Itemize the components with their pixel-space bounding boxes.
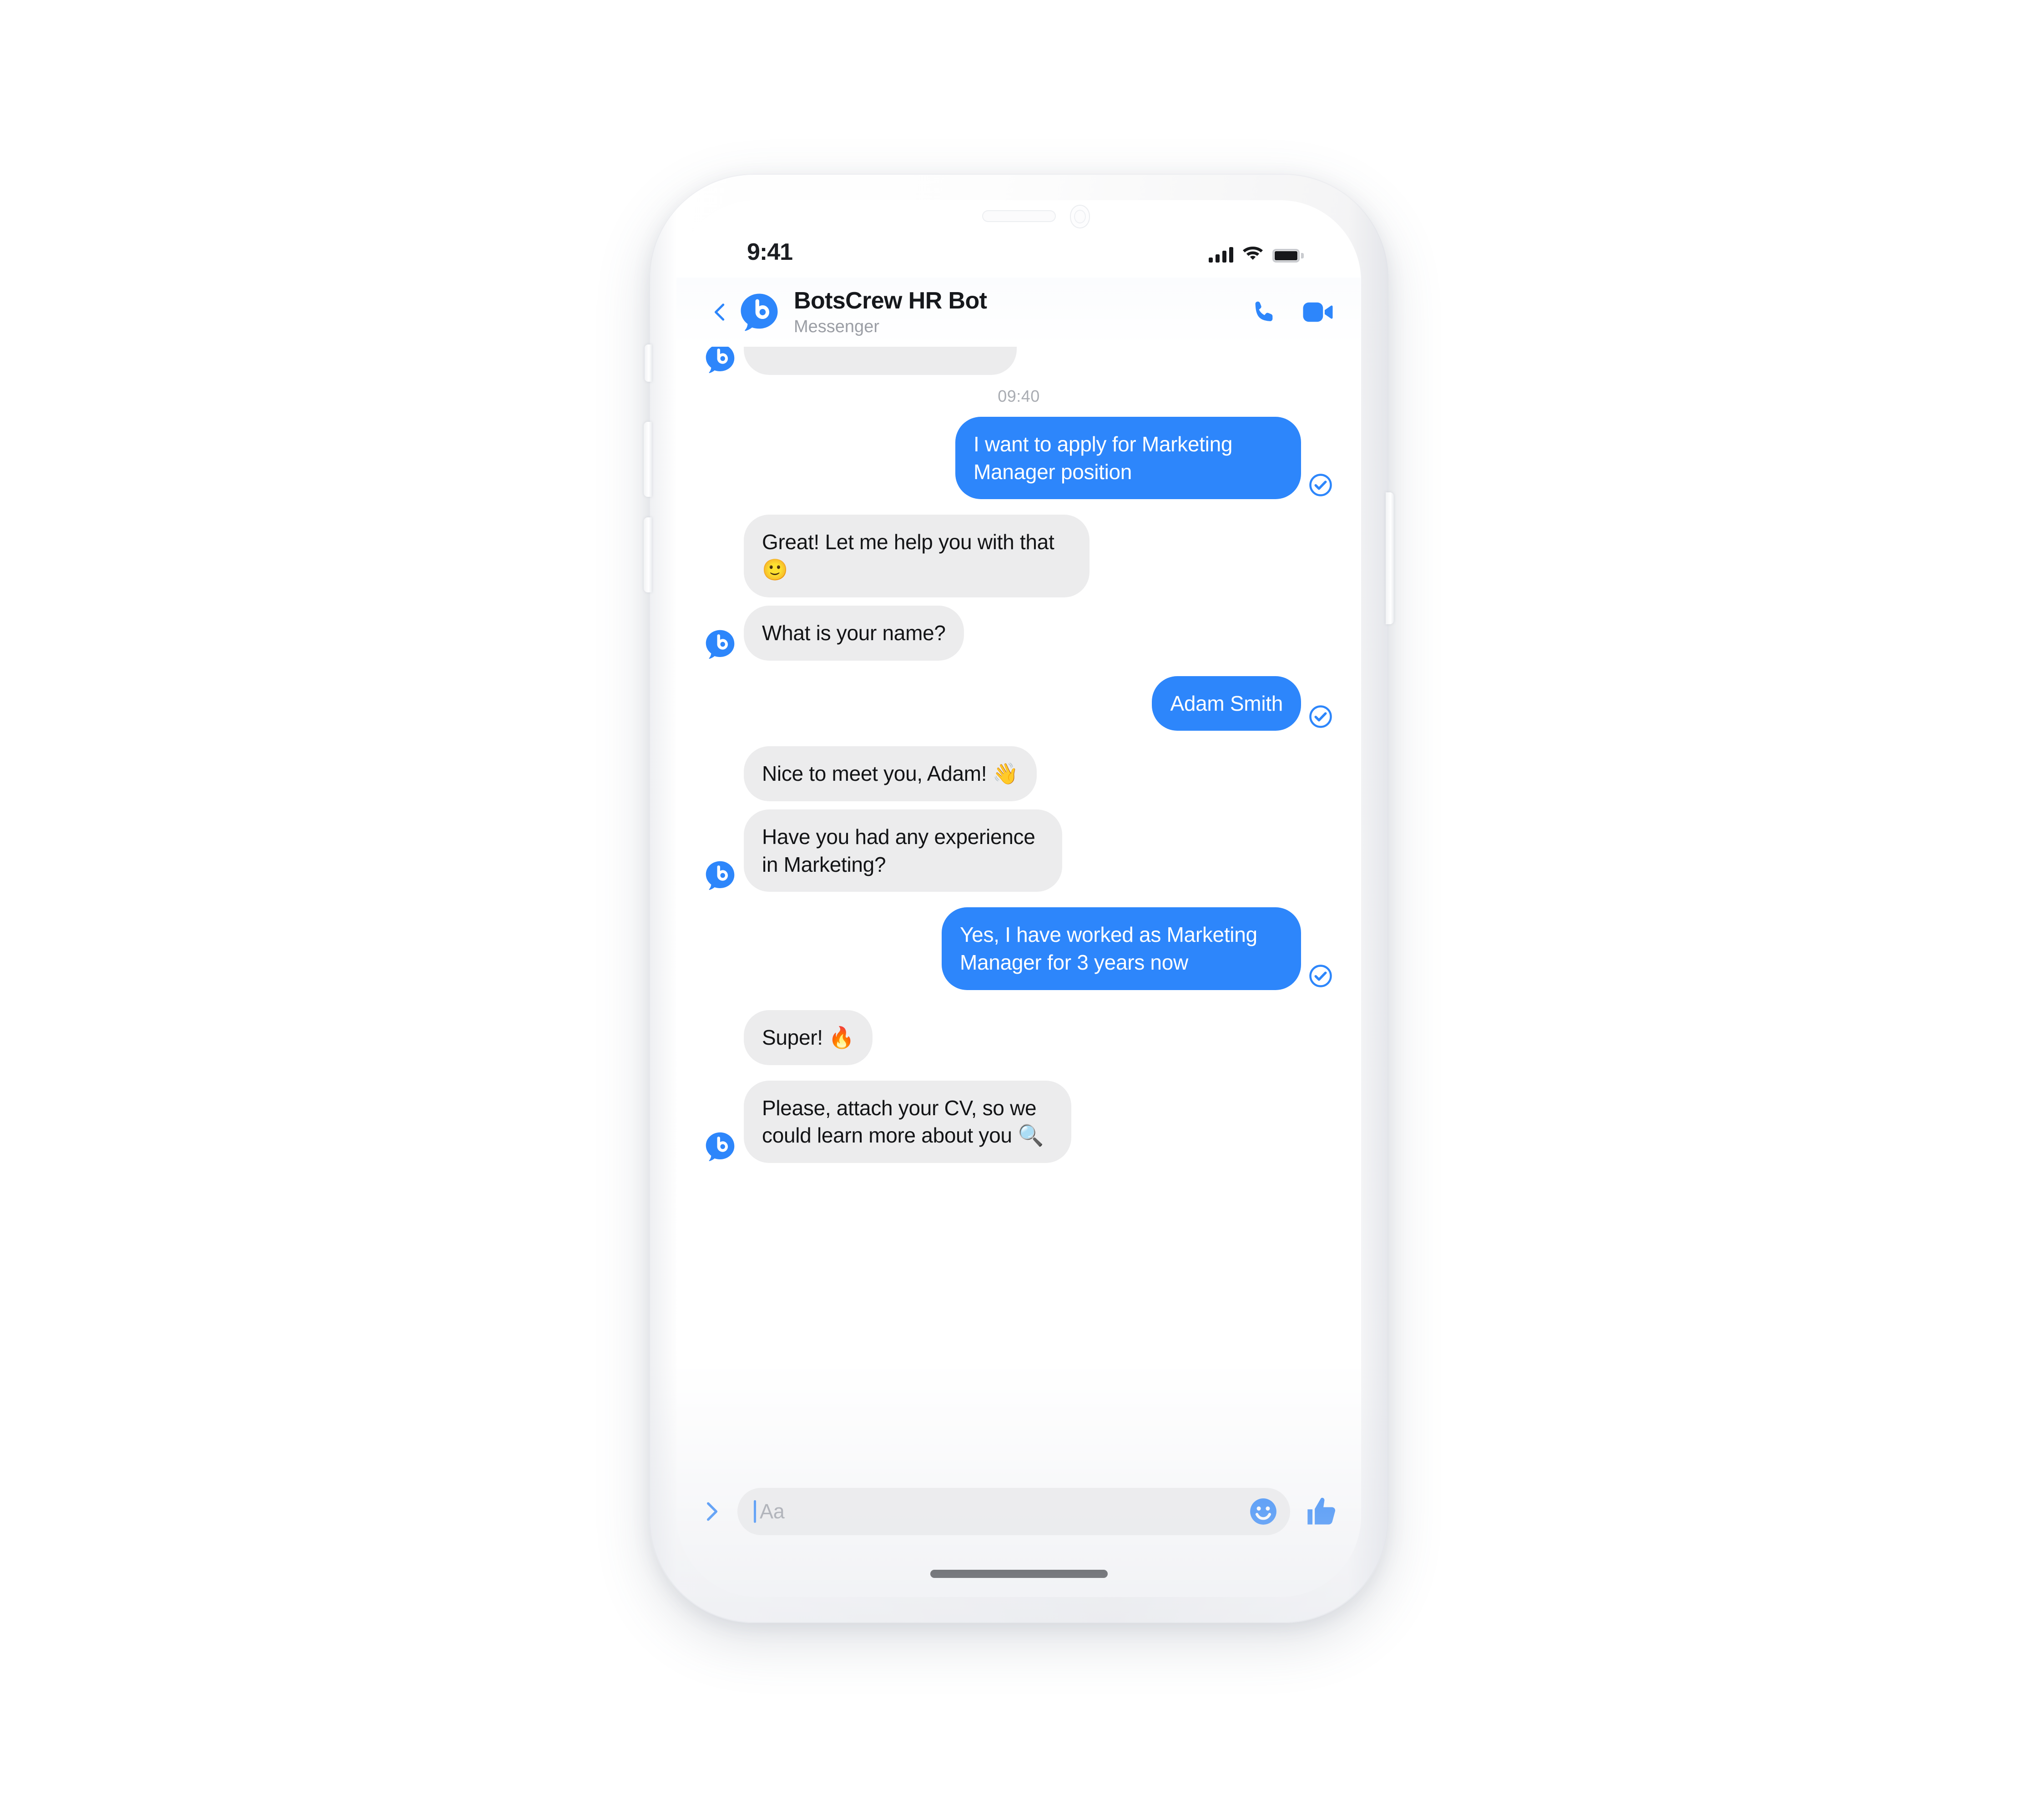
status-time: 9:41: [747, 239, 793, 265]
home-indicator[interactable]: [930, 1570, 1108, 1578]
chevron-left-icon: [714, 303, 725, 321]
message-bubble[interactable]: I want to apply for Marketing Manager po…: [955, 417, 1301, 500]
chat-subtitle: Messenger: [794, 317, 879, 336]
phone-screen: 9:41 BotsCrew HR Bot Messenger 09:40 I w…: [676, 200, 1361, 1597]
thumbs-up-icon: [1307, 1497, 1336, 1525]
message-row: Great! Let me help you with that 🙂: [676, 515, 1361, 597]
message-row: Please, attach your CV, so we could lear…: [676, 1080, 1361, 1163]
cellular-signal-icon: [1209, 247, 1233, 263]
message-bubble[interactable]: Please, attach your CV, so we could lear…: [744, 1080, 1071, 1163]
expand-actions-button[interactable]: [698, 1498, 725, 1525]
message-input-placeholder: Aa: [760, 1500, 785, 1523]
emoji-button[interactable]: [1248, 1496, 1278, 1527]
chat-title: BotsCrew HR Bot: [794, 287, 987, 314]
power-button[interactable]: [1386, 492, 1394, 624]
chevron-right-icon: [707, 1502, 718, 1521]
message-bubble[interactable]: Great! Let me help you with that 🙂: [744, 515, 1090, 597]
botscrew-bot-avatar-icon: [741, 293, 778, 331]
message-row: Have you had any experience in Marketing…: [676, 809, 1361, 892]
bot-avatar-icon: [705, 860, 736, 891]
status-indicators: [1209, 243, 1304, 263]
status-bar: 9:41: [676, 200, 1361, 278]
bot-avatar-icon: [705, 347, 736, 374]
like-button[interactable]: [1305, 1494, 1339, 1529]
message-bubble[interactable]: Super! 🔥: [744, 1010, 873, 1065]
header-bot-avatar[interactable]: [739, 292, 779, 332]
volume-up-button[interactable]: [644, 422, 652, 497]
message-input[interactable]: Aa: [737, 1488, 1290, 1535]
check-circle-icon: [1308, 473, 1333, 497]
video-call-button[interactable]: [1302, 300, 1334, 324]
message-bubble[interactable]: Have you had any experience in Marketing…: [744, 809, 1062, 892]
wifi-icon: [1242, 245, 1263, 263]
message-bubble[interactable]: Adam Smith: [1152, 676, 1301, 731]
message-row: Super! 🔥: [676, 1010, 1361, 1065]
message-row: Nice to meet you, Adam! 👋: [676, 746, 1361, 802]
message-bubble[interactable]: Nice to meet you, Adam! 👋: [744, 746, 1037, 802]
conversation-timestamp: 09:40: [998, 387, 1040, 405]
phone-call-button[interactable]: [1250, 298, 1278, 326]
message-bubble[interactable]: What is your name?: [744, 605, 964, 661]
back-button[interactable]: [704, 296, 737, 329]
message-bubble[interactable]: [744, 347, 1017, 375]
message-list[interactable]: 09:40 I want to apply for Marketing Mana…: [676, 347, 1361, 1483]
message-row: Yes, I have worked as Marketing Manager …: [676, 907, 1361, 990]
message-row: Adam Smith: [676, 676, 1361, 731]
message-row: I want to apply for Marketing Manager po…: [676, 417, 1361, 500]
volume-down-button[interactable]: [644, 517, 652, 592]
text-caret: [754, 1500, 756, 1523]
battery-full-icon: [1272, 249, 1304, 263]
message-composer: Aa: [676, 1483, 1361, 1540]
check-circle-icon: [1308, 964, 1333, 988]
header-actions: [1250, 298, 1334, 326]
bot-avatar-icon: [705, 1131, 736, 1162]
bot-avatar-icon: [705, 629, 736, 660]
message-bubble[interactable]: Yes, I have worked as Marketing Manager …: [942, 907, 1301, 990]
check-circle-icon: [1308, 704, 1333, 729]
silent-switch-button[interactable]: [645, 344, 652, 382]
phone-device: 9:41 BotsCrew HR Bot Messenger 09:40 I w…: [644, 174, 1394, 1623]
message-row-clipped: [676, 347, 1361, 375]
message-row: What is your name?: [676, 605, 1361, 661]
phone-call-icon: [1255, 301, 1273, 321]
video-camera-icon: [1303, 302, 1333, 322]
header-text-block: BotsCrew HR Bot Messenger: [794, 288, 1250, 337]
smiley-face-icon: [1250, 1498, 1276, 1525]
chat-header: BotsCrew HR Bot Messenger: [676, 278, 1361, 347]
